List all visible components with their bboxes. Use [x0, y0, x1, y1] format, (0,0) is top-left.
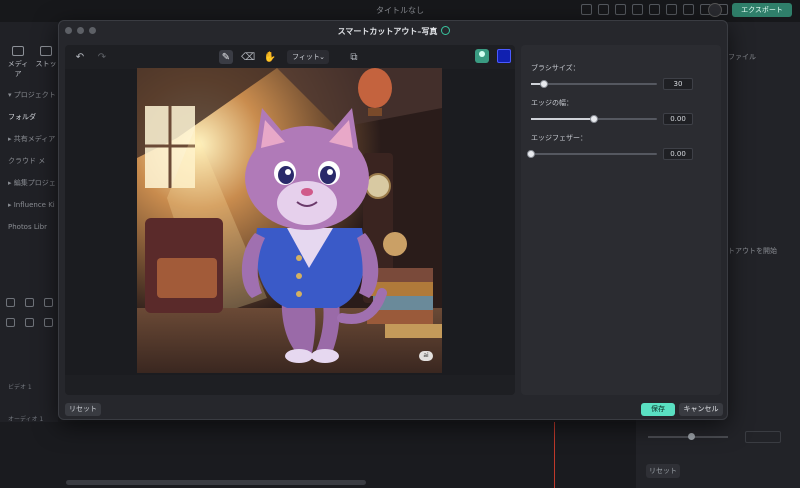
cancel-button[interactable]: キャンセル: [679, 403, 723, 416]
zoom-fit-dropdown[interactable]: フィット ⌄: [287, 50, 329, 64]
sidebar-item-shared-media[interactable]: ▸ 共有メディア: [8, 128, 56, 150]
app-title-bar: タイトルなし エクスポート: [0, 0, 800, 22]
cutout-image[interactable]: ai: [137, 68, 442, 373]
cat-illustration: [137, 68, 442, 373]
reset-button[interactable]: リセット: [65, 403, 101, 416]
redo-icon[interactable]: ↷: [95, 50, 109, 64]
compare-icon[interactable]: ⧉: [347, 50, 361, 64]
ai-watermark-badge: ai: [419, 351, 433, 361]
monitor-icon[interactable]: [632, 4, 643, 15]
clip-icon[interactable]: [25, 318, 34, 327]
grid-icon[interactable]: [666, 4, 677, 15]
edge-feather-slider[interactable]: [527, 150, 657, 158]
left-media-panel: メディア ストッ ▾ プロジェクト フォルダ ▸ 共有メディア クラウド メ ▸…: [0, 22, 58, 488]
undo-small-icon[interactable]: [44, 298, 53, 307]
editor-toolbar: ↶ ↷ ✎ ⌫ ✋ フィット ⌄ ⧉: [65, 45, 515, 69]
right-panel-slider-knob[interactable]: [688, 433, 695, 440]
timeline-area[interactable]: [0, 422, 636, 488]
brush-size-slider[interactable]: [531, 80, 657, 88]
export-button[interactable]: エクスポート: [732, 3, 792, 17]
chevron-down-icon: ⌄: [319, 53, 325, 61]
sidebar-item-influence-kit[interactable]: ▸ Influence Ki: [8, 194, 56, 216]
playhead[interactable]: [554, 422, 555, 488]
person-preview-icon[interactable]: [475, 49, 489, 63]
mask-color-swatch[interactable]: [497, 49, 511, 63]
stock-icon: [40, 46, 52, 56]
brush-size-knob[interactable]: [539, 80, 548, 88]
layout-tool-icon[interactable]: [6, 298, 15, 307]
smart-brush-icon[interactable]: ✎: [219, 50, 233, 64]
sidebar-item-folder[interactable]: フォルダ: [8, 106, 56, 128]
tab-stock[interactable]: ストッ: [34, 46, 58, 79]
layout-icon[interactable]: [615, 4, 626, 15]
sidebar-item-cloud[interactable]: クラウド メ: [8, 150, 56, 172]
edge-width-knob[interactable]: [590, 115, 598, 123]
edge-width-input[interactable]: 0.00: [663, 113, 693, 125]
right-panel-file-label: ファイル: [728, 53, 756, 61]
track-label-video: ビデオ 1: [8, 384, 32, 391]
minus-icon[interactable]: [44, 318, 53, 327]
right-panel-reset-button[interactable]: リセット: [646, 464, 680, 478]
send-icon[interactable]: [598, 4, 609, 15]
avatar[interactable]: [708, 3, 722, 17]
brush-size-label: ブラシサイズ：: [531, 64, 580, 72]
right-panel-cutout-label: トアウトを開始: [728, 247, 777, 255]
link-icon[interactable]: [6, 318, 15, 327]
edge-feather-label: エッジフェザー：: [531, 134, 587, 142]
tab-media[interactable]: メディア: [6, 46, 30, 79]
timeline-scrollbar[interactable]: [66, 480, 366, 485]
search-icon[interactable]: [25, 298, 34, 307]
dialog-title: スマートカットアウト–写真: [59, 26, 729, 37]
edge-width-label: エッジの幅：: [531, 99, 573, 107]
sidebar-item-project[interactable]: ▾ プロジェクト: [8, 84, 56, 106]
save-button[interactable]: 保存: [641, 403, 675, 416]
ai-icon: [441, 26, 451, 35]
hand-icon[interactable]: ✋: [263, 50, 277, 64]
undo-icon[interactable]: ↶: [73, 50, 87, 64]
edge-width-fill: [531, 118, 594, 120]
cutout-settings-panel: ブラシサイズ： 30 エッジの幅： 0.00 エッジフェザー： 0.00: [521, 45, 721, 395]
gift-icon[interactable]: [581, 4, 592, 15]
eraser-icon[interactable]: ⌫: [241, 50, 255, 64]
save-icon[interactable]: [649, 4, 660, 15]
edge-feather-knob[interactable]: [527, 150, 535, 158]
media-icon: [12, 46, 24, 56]
sidebar-item-photos-library[interactable]: Photos Libr: [8, 216, 56, 238]
sidebar-item-edit-project[interactable]: ▸ 編集プロジェ: [8, 172, 56, 194]
edge-feather-input[interactable]: 0.00: [663, 148, 693, 160]
right-panel-value-box[interactable]: [745, 431, 781, 443]
brush-size-input[interactable]: 30: [663, 78, 693, 90]
cloud-icon[interactable]: [683, 4, 694, 15]
top-toolbar-icons: [581, 4, 728, 15]
smart-cutout-dialog: スマートカットアウト–写真 ↶ ↷ ✎ ⌫ ✋ フィット ⌄ ⧉ ai ブラシサ…: [58, 20, 728, 420]
edge-width-slider[interactable]: [531, 115, 657, 123]
